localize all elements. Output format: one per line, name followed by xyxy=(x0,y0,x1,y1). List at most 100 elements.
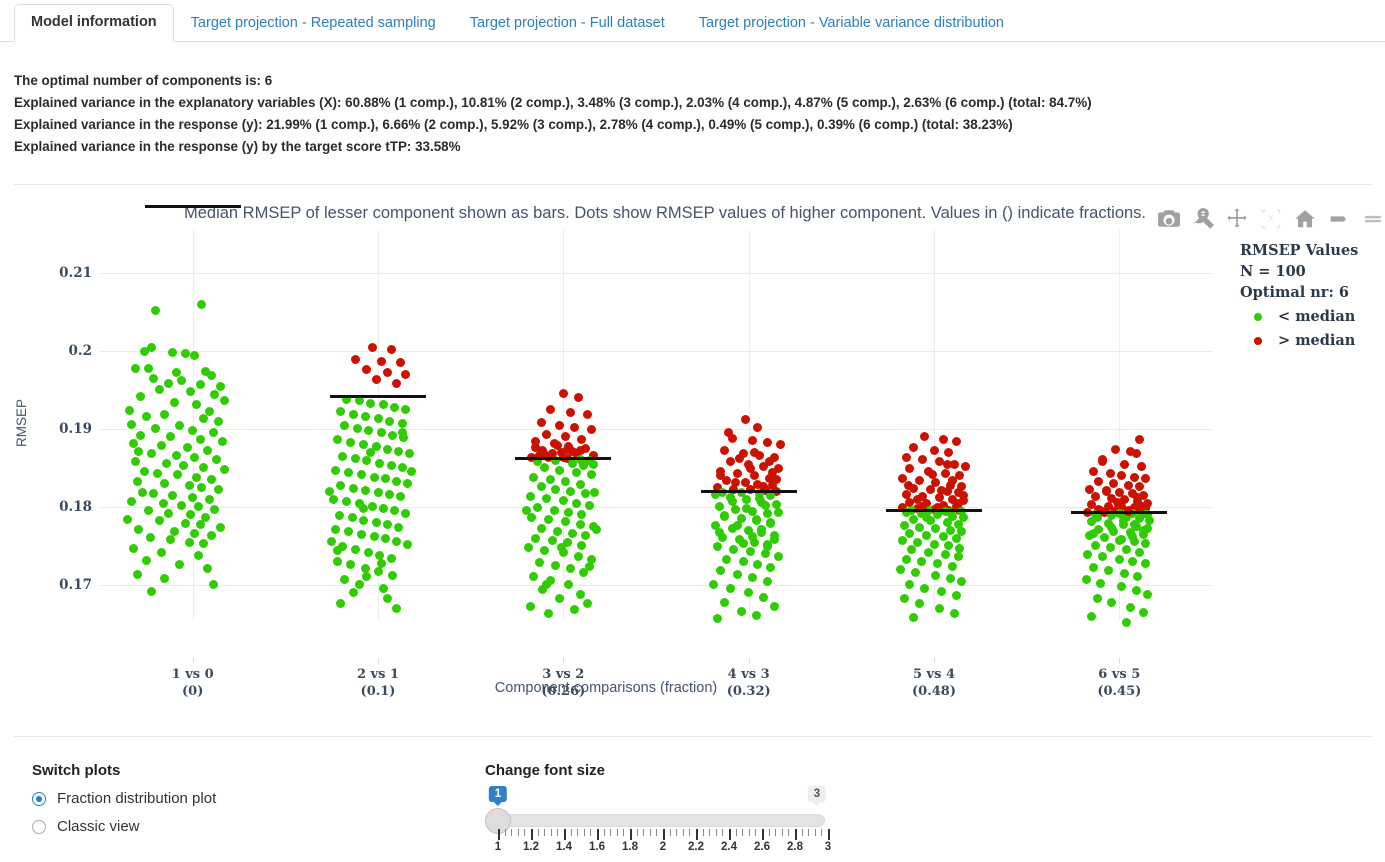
scatter-point[interactable] xyxy=(197,299,207,309)
scatter-point[interactable] xyxy=(208,428,218,438)
scatter-point[interactable] xyxy=(714,528,724,538)
scatter-point[interactable] xyxy=(1096,578,1106,588)
slider-track[interactable] xyxy=(485,814,825,827)
scatter-point[interactable] xyxy=(392,379,401,389)
scatter-point[interactable] xyxy=(542,493,552,503)
scatter-point[interactable] xyxy=(553,526,563,536)
scatter-point[interactable] xyxy=(716,566,726,576)
scatter-point[interactable] xyxy=(154,516,164,526)
scatter-point[interactable] xyxy=(136,430,146,440)
scatter-point[interactable] xyxy=(532,503,542,513)
scatter-point[interactable] xyxy=(382,520,392,530)
median-bar[interactable] xyxy=(700,489,797,493)
scatter-point[interactable] xyxy=(588,459,598,469)
scatter-point[interactable] xyxy=(329,494,338,504)
scatter-point[interactable] xyxy=(175,560,185,570)
scatter-point[interactable] xyxy=(340,574,350,584)
scatter-point[interactable] xyxy=(731,478,741,488)
scatter-point[interactable] xyxy=(199,539,209,549)
scatter-point[interactable] xyxy=(1122,545,1132,555)
scatter-point[interactable] xyxy=(349,483,359,493)
scatter-point[interactable] xyxy=(775,440,785,449)
scatter-point[interactable] xyxy=(773,507,783,517)
scatter-point[interactable] xyxy=(566,486,576,496)
scatter-point[interactable] xyxy=(925,485,935,495)
scatter-point[interactable] xyxy=(188,426,198,435)
scatter-point[interactable] xyxy=(931,571,941,580)
scatter-point[interactable] xyxy=(558,496,568,506)
scatter-point[interactable] xyxy=(195,379,205,389)
scatter-point[interactable] xyxy=(182,443,192,453)
scatter-point[interactable] xyxy=(727,496,737,506)
scatter-point[interactable] xyxy=(193,550,203,560)
scatter-point[interactable] xyxy=(379,504,389,513)
scatter-point[interactable] xyxy=(1135,435,1145,445)
legend-item-above-median[interactable]: > median xyxy=(1240,330,1380,351)
scatter-point[interactable] xyxy=(336,407,346,417)
scatter-point[interactable] xyxy=(564,507,574,517)
scatter-point[interactable] xyxy=(1135,547,1145,557)
scatter-point[interactable] xyxy=(191,400,201,410)
scatter-point[interactable] xyxy=(355,396,364,406)
scatter-point[interactable] xyxy=(208,580,218,590)
scatter-point[interactable] xyxy=(760,500,770,510)
scatter-point[interactable] xyxy=(740,415,750,424)
scatter-point[interactable] xyxy=(390,402,400,412)
scatter-point[interactable] xyxy=(1081,574,1091,584)
scatter-point[interactable] xyxy=(709,580,718,590)
scatter-point[interactable] xyxy=(582,410,592,420)
scatter-point[interactable] xyxy=(1090,540,1100,550)
scatter-point[interactable] xyxy=(914,522,924,532)
scatter-point[interactable] xyxy=(362,365,372,375)
scatter-point[interactable] xyxy=(551,560,561,570)
scatter-point[interactable] xyxy=(206,531,216,541)
scatter-point[interactable] xyxy=(549,505,559,515)
scatter-point[interactable] xyxy=(160,574,170,584)
scatter-point[interactable] xyxy=(1138,607,1148,617)
scatter-point[interactable] xyxy=(345,560,355,570)
scatter-point[interactable] xyxy=(733,468,742,478)
scatter-point[interactable] xyxy=(184,481,194,491)
scatter-point[interactable] xyxy=(582,599,592,609)
scatter-point[interactable] xyxy=(762,576,772,586)
scatter-point[interactable] xyxy=(953,552,963,562)
scatter-point[interactable] xyxy=(568,458,578,468)
scatter-point[interactable] xyxy=(190,351,199,361)
tab-target-projection-repeated-sampling[interactable]: Target projection - Repeated sampling xyxy=(174,5,453,42)
scatter-point[interactable] xyxy=(920,432,930,442)
scatter-point[interactable] xyxy=(744,588,754,598)
scatter-point[interactable] xyxy=(542,429,552,439)
scatter-point[interactable] xyxy=(575,589,585,599)
scatter-point[interactable] xyxy=(749,447,759,457)
scatter-point[interactable] xyxy=(367,342,377,352)
scatter-point[interactable] xyxy=(560,477,570,487)
scatter-point[interactable] xyxy=(1131,449,1141,459)
scatter-point[interactable] xyxy=(380,474,390,484)
scatter-point[interactable] xyxy=(401,508,411,518)
scatter-point[interactable] xyxy=(736,606,746,616)
scatter-point[interactable] xyxy=(909,443,919,453)
scatter-point[interactable] xyxy=(379,400,389,410)
scatter-point[interactable] xyxy=(555,465,565,475)
scatter-point[interactable] xyxy=(147,586,157,596)
scatter-point[interactable] xyxy=(922,512,932,522)
scatter-point[interactable] xyxy=(721,554,731,564)
scatter-point[interactable] xyxy=(1129,519,1139,529)
scatter-point[interactable] xyxy=(186,510,196,520)
scatter-point[interactable] xyxy=(534,557,544,567)
scatter-point[interactable] xyxy=(180,348,190,358)
scatter-point[interactable] xyxy=(940,550,950,559)
scatter-point[interactable] xyxy=(382,594,392,604)
scatter-point[interactable] xyxy=(347,513,357,523)
scatter-point[interactable] xyxy=(571,468,581,478)
scatter-point[interactable] xyxy=(1138,525,1148,535)
scatter-point[interactable] xyxy=(356,529,366,539)
scatter-point[interactable] xyxy=(206,370,216,380)
autoscale-icon[interactable]: X xyxy=(1260,208,1282,230)
scatter-point[interactable] xyxy=(386,553,396,563)
scatter-point[interactable] xyxy=(1120,568,1130,578)
pan-icon[interactable] xyxy=(1226,208,1248,230)
scatter-point[interactable] xyxy=(903,480,913,490)
legend-item-below-median[interactable]: < median xyxy=(1240,306,1380,327)
median-bar[interactable] xyxy=(885,508,983,512)
